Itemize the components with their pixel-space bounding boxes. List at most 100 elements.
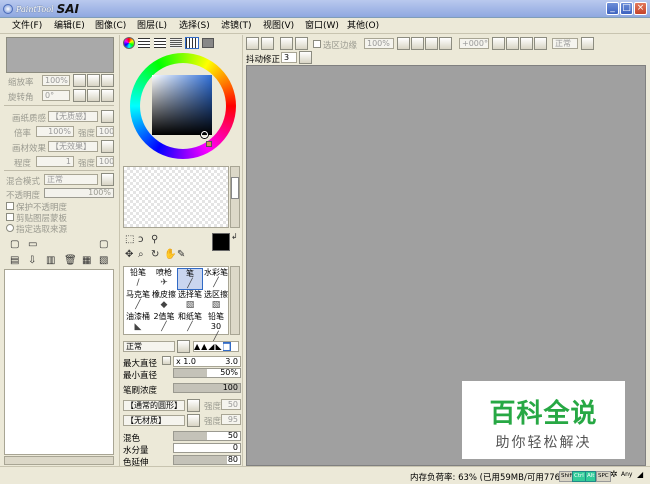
transfer-layer-icon[interactable]: ⇩ [28,256,36,266]
color-wheel-tab-icon[interactable] [123,37,135,49]
tool-watercolor[interactable]: 水彩笔 ╱ [203,268,229,290]
canvas-zoom-reset-button[interactable] [439,37,452,50]
canvas-mode-field[interactable]: 正常 [552,38,578,49]
dilution-slider[interactable]: 0 [173,443,241,453]
copy-layer-icon[interactable]: ▤ [10,256,19,266]
hsv-slider-tab-icon[interactable] [154,38,166,48]
stabilizer-dropdown[interactable] [299,51,312,64]
rotate-left-button[interactable] [73,89,86,102]
tool-pencil30[interactable]: 铅笔30 ╱ [203,312,229,342]
move-icon[interactable]: ✥ [125,250,133,260]
menu-edit[interactable]: 编辑(E) [54,19,85,33]
zoom-in-button[interactable] [87,74,100,87]
canvas-mode-dropdown[interactable] [581,37,594,50]
menu-view[interactable]: 视图(V) [263,19,294,33]
tool-pencil[interactable]: 铅笔 / [125,268,151,290]
menu-select[interactable]: 选择(S) [179,19,210,33]
min-diameter-slider[interactable]: 50% [173,368,241,378]
magic-wand-icon[interactable]: ⚲ [151,235,158,245]
strength-field[interactable]: 100 [96,126,114,137]
invert-selection-button[interactable] [295,37,308,50]
angle-field[interactable]: 0° [42,90,70,101]
color-mixer-tab-icon[interactable] [170,38,182,48]
blend-mode-dropdown[interactable] [101,173,114,186]
brush-texture-select[interactable]: 【无材质】 [123,415,185,426]
tool-grid-scrollbar[interactable] [230,266,240,335]
density-slider[interactable]: 100 [173,383,241,393]
clear-layer-icon[interactable]: ▦ [82,256,91,266]
tool-bucket[interactable]: 油漆桶 ◣ [125,312,151,334]
layer-list-scrollbar[interactable] [4,456,114,465]
brush-texture-dropdown[interactable] [187,414,200,427]
tool-eraser[interactable]: 橡皮擦 ◆ [151,290,177,312]
selection-source-radio[interactable] [6,224,14,232]
effect-dropdown[interactable] [101,140,114,153]
canvas-zoom-field[interactable]: 100% [364,38,394,49]
close-button[interactable]: × [634,2,647,15]
canvas-redo-button[interactable] [261,37,274,50]
color-picker-cursor[interactable] [201,131,208,138]
new-layer-icon[interactable]: ▢ [10,240,19,250]
tool-deselect[interactable]: 选区擦 ▧ [203,290,229,312]
paper-texture-dropdown[interactable] [101,110,114,123]
tool-brush[interactable]: 笔 ╱ [177,268,203,290]
brush-mode-select[interactable]: 正常 [123,341,175,352]
menu-image[interactable]: 图像(C) [95,19,126,33]
canvas-rotate-field[interactable]: +000° [459,38,489,49]
canvas-zoom-in-button[interactable] [425,37,438,50]
delete-layer-icon[interactable]: 🗑 [64,256,77,266]
clip-group-checkbox[interactable] [6,213,14,221]
hue-marker[interactable] [206,141,212,147]
rotate-right-button[interactable] [87,89,100,102]
texture-strength-field[interactable]: 95 [221,414,241,425]
menu-layer[interactable]: 图层(L) [137,19,167,33]
hand-icon[interactable]: ✋ [164,250,176,260]
apply-mask-icon[interactable]: ▧ [99,256,108,266]
saturation-value-square[interactable] [152,75,212,135]
menu-other[interactable]: 其他(O) [347,19,379,33]
lasso-icon[interactable]: ↄ [138,235,144,245]
foreground-color-swatch[interactable] [212,233,230,251]
canvas-rotate-right-button[interactable] [520,37,533,50]
swatch-scrollbar[interactable] [230,166,240,228]
tool-select-pen[interactable]: 选择笔 ▧ [177,290,203,312]
scale-field[interactable]: 100% [36,126,74,137]
scratchpad-tab-icon[interactable] [202,38,214,48]
blending-slider[interactable]: 50 [173,431,241,441]
opacity-slider[interactable]: 100% [44,188,114,198]
new-folder-icon[interactable]: ▭ [28,240,37,250]
zoom-field[interactable]: 100% [42,75,70,86]
deselect-button[interactable] [280,37,293,50]
paper-texture-select[interactable]: 【无质感】 [48,111,98,122]
brush-shape-select[interactable]: 【通常的圆形】 [123,400,185,411]
swap-colors-icon[interactable]: ↲ [231,232,238,242]
strength2-field[interactable]: 100 [96,156,114,167]
maximize-button[interactable]: □ [620,2,633,15]
eyedropper-icon[interactable]: ✎ [177,250,185,260]
merge-layer-icon[interactable]: ▥ [46,256,55,266]
canvas-rotate-reset-button[interactable] [534,37,547,50]
degree-field[interactable]: 1 [36,156,74,167]
shape-strength-field[interactable]: 50 [221,399,241,410]
brush-shape-dropdown[interactable] [187,399,200,412]
resize-grip-icon[interactable]: ◢ [637,470,643,479]
swatches-tab-icon[interactable] [185,37,199,49]
menu-window[interactable]: 窗口(W) [305,19,339,33]
swatch-grid[interactable] [123,166,229,228]
brush-shape-presets[interactable]: ▲▲◢◣■ [193,341,239,352]
zoom-out-button[interactable] [73,74,86,87]
gear-icon[interactable]: ✲ [610,470,618,480]
selection-rect-icon[interactable]: ⬚ [125,235,134,245]
tool-binary-pen[interactable]: 2值笔 ╱ [151,312,177,334]
canvas-zoom-out-button[interactable] [411,37,424,50]
brush-mode-dropdown[interactable] [177,340,190,353]
preserve-opacity-checkbox[interactable] [6,202,14,210]
menu-filter[interactable]: 滤镜(T) [221,19,252,33]
layer-mask-icon[interactable]: ▢ [99,240,108,250]
layer-list[interactable] [4,269,114,455]
zoom-reset-button[interactable] [101,74,114,87]
rotate-reset-button[interactable] [101,89,114,102]
tool-washi-pen[interactable]: 和纸笔 ╱ [177,312,203,334]
persistence-slider[interactable]: 80 [173,455,241,465]
canvas-undo-button[interactable] [246,37,259,50]
